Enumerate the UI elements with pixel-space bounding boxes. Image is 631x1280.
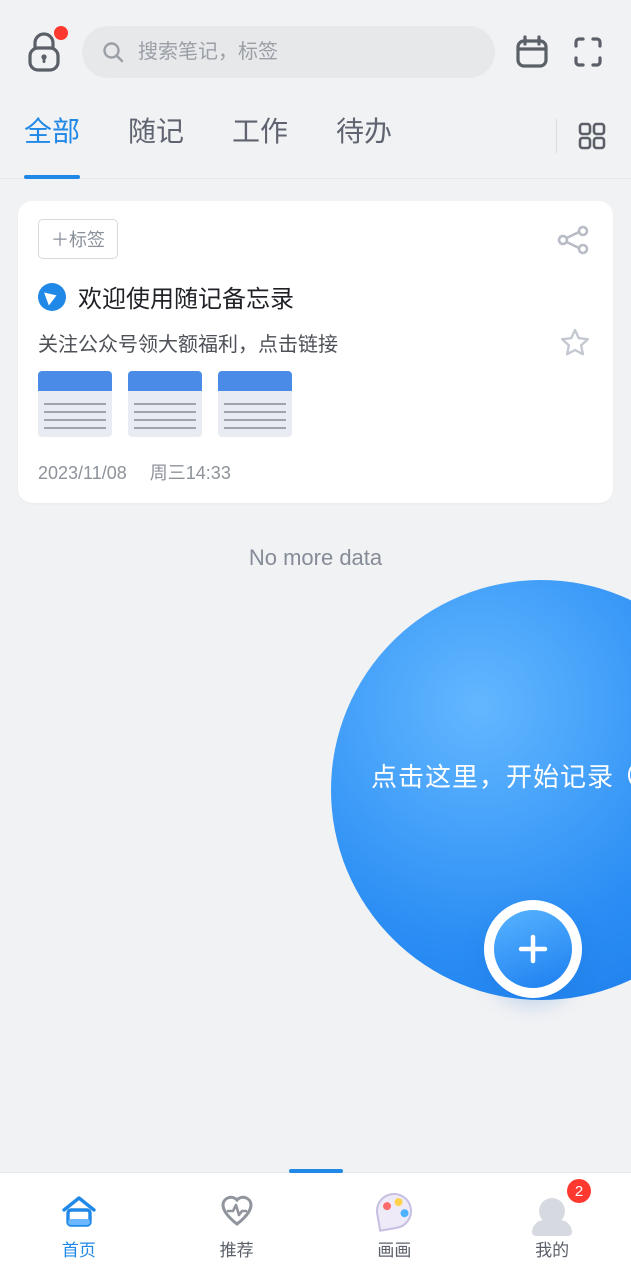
note-feed: ＋标签 欢迎使用随记备忘录 关注公众号领大额福利，点击链接 20 — [0, 179, 631, 593]
no-more-text: No more data — [18, 545, 613, 571]
cta-text: 点击这里，开始记录 — [371, 757, 614, 794]
scan-button[interactable] — [569, 33, 607, 71]
nav-recommend[interactable]: 推荐 — [158, 1173, 316, 1280]
plus-icon — [513, 929, 553, 969]
scan-icon — [569, 33, 607, 71]
add-tag-chip[interactable]: ＋标签 — [38, 219, 118, 259]
note-date: 2023/11/08 — [38, 463, 127, 483]
avatar-icon — [539, 1198, 565, 1224]
cta-bubble[interactable]: 点击这里，开始记录 — [331, 580, 631, 1000]
nav-label: 我的 — [535, 1236, 569, 1261]
home-icon — [60, 1194, 98, 1228]
calendar-icon — [513, 33, 551, 71]
nav-badge: 2 — [567, 1179, 591, 1203]
note-card[interactable]: ＋标签 欢迎使用随记备忘录 关注公众号领大额福利，点击链接 20 — [18, 201, 613, 503]
tab-notes[interactable]: 随记 — [128, 110, 184, 162]
note-desc: 关注公众号领大额福利，点击链接 — [38, 328, 593, 357]
nav-label: 首页 — [62, 1236, 96, 1261]
palette-icon — [374, 1190, 416, 1232]
favorite-button[interactable] — [559, 327, 591, 359]
calendar-button[interactable] — [513, 33, 551, 71]
top-bar — [0, 0, 631, 92]
tabs-divider — [556, 119, 557, 153]
add-note-fab[interactable] — [484, 900, 582, 998]
thumbnail[interactable] — [38, 371, 112, 437]
star-icon — [559, 327, 591, 359]
thumbnail[interactable] — [128, 371, 202, 437]
share-button[interactable] — [557, 225, 591, 255]
search-field[interactable] — [82, 26, 495, 78]
note-title-row: 欢迎使用随记备忘录 — [38, 279, 593, 314]
search-input[interactable] — [138, 41, 475, 64]
nav-profile[interactable]: 我的 2 — [473, 1173, 631, 1280]
tab-todo[interactable]: 待办 — [336, 110, 392, 162]
app-logo-icon — [38, 283, 66, 311]
grid-icon — [577, 121, 607, 151]
category-tabs: 全部 随记 工作 待办 — [0, 92, 631, 179]
notification-dot — [54, 26, 68, 40]
lock-button[interactable] — [24, 30, 64, 74]
heartbeat-icon — [218, 1194, 256, 1228]
nav-label: 画画 — [377, 1236, 411, 1261]
grid-view-button[interactable] — [577, 121, 607, 151]
thumbnail[interactable] — [218, 371, 292, 437]
note-title: 欢迎使用随记备忘录 — [78, 279, 294, 314]
nav-home[interactable]: 首页 — [0, 1173, 158, 1280]
tab-all[interactable]: 全部 — [24, 110, 80, 162]
tab-work[interactable]: 工作 — [232, 110, 288, 162]
note-weektime: 周三14:33 — [150, 463, 231, 483]
nav-draw[interactable]: 画画 — [316, 1173, 474, 1280]
nav-label: 推荐 — [220, 1236, 254, 1261]
search-icon — [102, 41, 124, 63]
bottom-nav: 首页 推荐 画画 我的 2 — [0, 1172, 631, 1280]
note-timestamp: 2023/11/08 周三14:33 — [38, 459, 593, 485]
share-icon — [557, 225, 591, 255]
note-thumbnails — [38, 371, 593, 437]
